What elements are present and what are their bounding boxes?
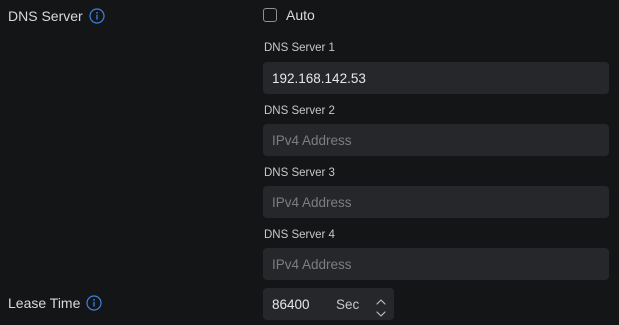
lease-time-label: Lease Time <box>8 295 81 311</box>
lease-time-input[interactable] <box>272 296 328 312</box>
auto-checkbox[interactable] <box>263 8 277 22</box>
dns-server-4-label: DNS Server 4 <box>264 229 335 241</box>
info-icon[interactable] <box>86 295 102 311</box>
dns-server-1-label: DNS Server 1 <box>264 42 335 54</box>
dns-server-3-input[interactable] <box>272 194 600 210</box>
dns-server-2-label: DNS Server 2 <box>264 105 335 117</box>
dns-server-4-field[interactable] <box>263 248 609 280</box>
dns-server-3-label: DNS Server 3 <box>264 167 335 179</box>
dns-server-label: DNS Server <box>8 8 83 24</box>
dns-server-4-input[interactable] <box>272 256 600 272</box>
chevron-down-icon[interactable] <box>374 306 388 317</box>
lease-time-row-label: Lease Time <box>8 295 102 311</box>
dns-server-2-field[interactable] <box>263 124 609 156</box>
dns-server-1-field[interactable] <box>263 62 609 94</box>
info-icon[interactable] <box>89 8 105 24</box>
auto-checkbox-row[interactable]: Auto <box>263 7 315 23</box>
lease-time-stepper[interactable] <box>374 288 388 320</box>
dns-server-row-label: DNS Server <box>8 8 105 24</box>
lease-time-field[interactable]: Sec <box>263 288 394 320</box>
dns-server-2-input[interactable] <box>272 132 600 148</box>
auto-label: Auto <box>286 7 315 23</box>
chevron-up-icon[interactable] <box>374 293 388 305</box>
dns-server-3-field[interactable] <box>263 186 609 218</box>
dns-server-1-input[interactable] <box>272 70 600 86</box>
lease-time-unit: Sec <box>336 296 360 312</box>
